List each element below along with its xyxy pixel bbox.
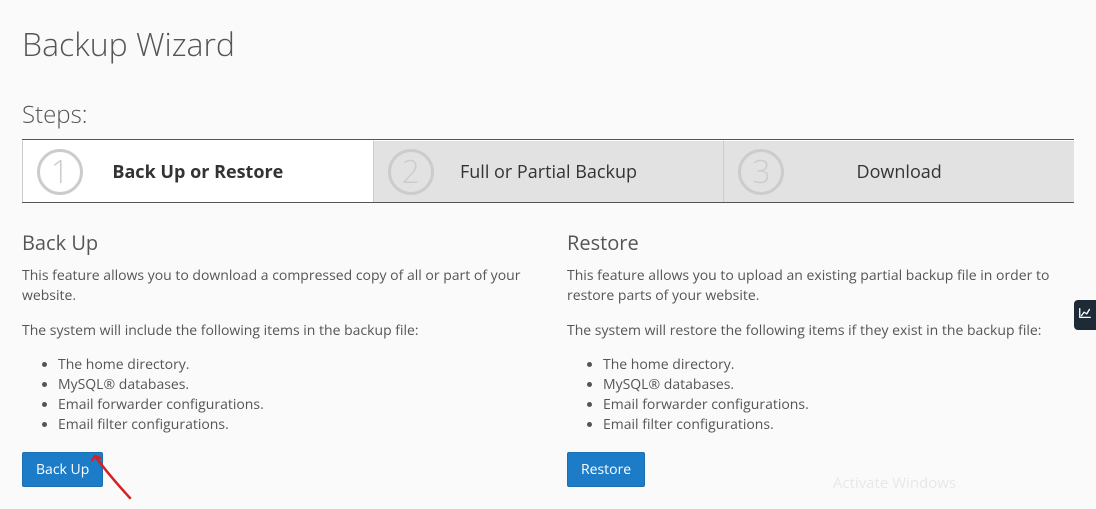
step-title-1: Back Up or Restore (112, 160, 283, 184)
step-title-2: Full or Partial Backup (460, 160, 637, 184)
step-title-3: Download (857, 160, 942, 184)
restore-desc: This feature allows you to upload an exi… (567, 266, 1074, 307)
step-backup-or-restore[interactable]: 1 Back Up or Restore (22, 140, 374, 202)
backup-button[interactable]: Back Up (22, 452, 103, 487)
step-full-or-partial[interactable]: 2 Full or Partial Backup (374, 140, 725, 202)
list-item: MySQL® databases. (603, 375, 1074, 395)
backup-heading: Back Up (22, 229, 529, 256)
restore-column: Restore This feature allows you to uploa… (567, 229, 1074, 487)
restore-button[interactable]: Restore (567, 452, 645, 487)
restore-items: The home directory. MySQL® databases. Em… (603, 355, 1074, 435)
list-item: The home directory. (58, 355, 529, 375)
backup-items: The home directory. MySQL® databases. Em… (58, 355, 529, 435)
list-item: The home directory. (603, 355, 1074, 375)
page-title: Backup Wizard (22, 23, 1074, 66)
chart-icon (1078, 306, 1092, 325)
list-item: Email forwarder configurations. (58, 395, 529, 415)
step-number-3: 3 (738, 149, 784, 195)
list-item: MySQL® databases. (58, 375, 529, 395)
backup-intro: The system will include the following it… (22, 321, 529, 341)
restore-intro: The system will restore the following it… (567, 321, 1074, 341)
restore-heading: Restore (567, 229, 1074, 256)
backup-column: Back Up This feature allows you to downl… (22, 229, 529, 487)
stats-side-tab[interactable] (1074, 300, 1096, 330)
list-item: Email filter configurations. (58, 415, 529, 435)
list-item: Email forwarder configurations. (603, 395, 1074, 415)
steps-row: 1 Back Up or Restore 2 Full or Partial B… (22, 139, 1074, 203)
step-number-1: 1 (37, 149, 83, 195)
steps-label: Steps: (22, 98, 1074, 131)
list-item: Email filter configurations. (603, 415, 1074, 435)
backup-desc: This feature allows you to download a co… (22, 266, 529, 307)
content-columns: Back Up This feature allows you to downl… (22, 229, 1074, 487)
step-download[interactable]: 3 Download (724, 140, 1074, 202)
windows-watermark: Activate Windows (833, 473, 956, 493)
step-number-2: 2 (388, 149, 434, 195)
